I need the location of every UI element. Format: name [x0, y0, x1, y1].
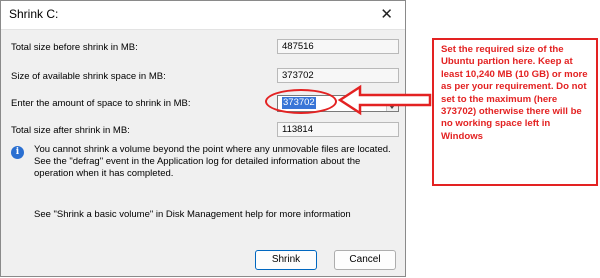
available-shrink-value: 373702: [277, 68, 399, 83]
highlight-ellipse: [265, 89, 337, 114]
info-icon: i: [11, 146, 24, 159]
spin-control[interactable]: [386, 96, 398, 111]
spin-down-arrow-icon[interactable]: [389, 105, 395, 109]
shrink-dialog: Shrink C: ✕ Total size before shrink in …: [0, 0, 406, 277]
annotation-note: Set the required size of the Ubuntu part…: [432, 38, 598, 186]
spin-up-arrow-icon[interactable]: [389, 98, 395, 102]
close-icon[interactable]: ✕: [380, 5, 393, 23]
cancel-button[interactable]: Cancel: [334, 250, 396, 270]
dialog-title: Shrink C:: [9, 7, 59, 21]
size-after-label: Total size after shrink in MB:: [11, 125, 130, 136]
total-size-label: Total size before shrink in MB:: [11, 42, 138, 53]
shrink-amount-label: Enter the amount of space to shrink in M…: [11, 98, 191, 109]
total-size-value: 487516: [277, 39, 399, 54]
shrink-button[interactable]: Shrink: [255, 250, 317, 270]
available-shrink-label: Size of available shrink space in MB:: [11, 71, 166, 82]
info-message: You cannot shrink a volume beyond the po…: [34, 144, 391, 179]
help-text: See "Shrink a basic volume" in Disk Mana…: [34, 209, 351, 220]
size-after-value: 113814: [277, 122, 399, 137]
title-bar: Shrink C: ✕: [1, 1, 405, 30]
